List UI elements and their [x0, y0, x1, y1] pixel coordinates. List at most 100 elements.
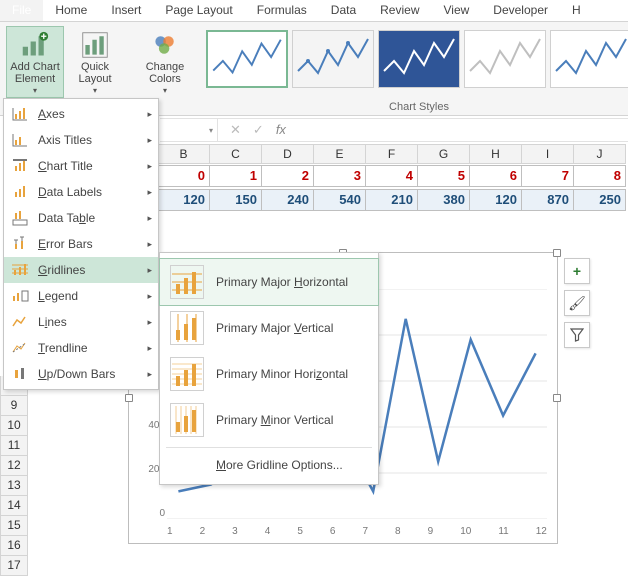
row-header[interactable]: 12: [0, 456, 28, 476]
menu-updown-bars[interactable]: Up/Down Bars▸: [4, 361, 158, 387]
col-header[interactable]: B: [158, 144, 210, 164]
cancel-icon[interactable]: ✕: [230, 122, 241, 138]
cell[interactable]: 120: [470, 189, 522, 211]
tab-home[interactable]: Home: [43, 0, 99, 21]
caret-icon: ▾: [163, 85, 167, 97]
cell[interactable]: 250: [574, 189, 626, 211]
fx-icon[interactable]: fx: [276, 122, 286, 138]
formula-bar: ▾ ✕ ✓ fx: [160, 118, 628, 142]
caret-icon: ▾: [33, 85, 37, 97]
col-header[interactable]: G: [418, 144, 470, 164]
cell[interactable]: 0: [158, 165, 210, 187]
cell[interactable]: 210: [366, 189, 418, 211]
gridlines-primary-major-vertical[interactable]: Primary Major Vertical: [160, 305, 378, 351]
legend-icon: [10, 287, 30, 305]
col-header[interactable]: F: [366, 144, 418, 164]
col-header[interactable]: J: [574, 144, 626, 164]
row-header[interactable]: 13: [0, 476, 28, 496]
chart-side-buttons: + 🖌: [564, 258, 590, 348]
cell[interactable]: 120: [158, 189, 210, 211]
menu-legend[interactable]: Legend▸: [4, 283, 158, 309]
menu-lines[interactable]: Lines▸: [4, 309, 158, 335]
chart-styles-label: Chart Styles: [206, 101, 628, 115]
menu-gridlines[interactable]: Gridlines▸: [4, 257, 158, 283]
add-chart-element-button[interactable]: Add Chart Element ▾: [6, 26, 64, 98]
cell[interactable]: 870: [522, 189, 574, 211]
tab-data[interactable]: Data: [319, 0, 368, 21]
cell[interactable]: 7: [522, 165, 574, 187]
menu-axes[interactable]: Axes▸: [4, 101, 158, 127]
row-header[interactable]: 11: [0, 436, 28, 456]
gridlines-primary-minor-vertical[interactable]: Primary Minor Vertical: [160, 397, 378, 443]
tab-formulas[interactable]: Formulas: [245, 0, 319, 21]
row-headers: 891011121314151617: [0, 376, 28, 576]
tab-file[interactable]: File: [0, 0, 43, 21]
chart-style-2[interactable]: [292, 30, 374, 88]
col-header[interactable]: C: [210, 144, 262, 164]
col-header[interactable]: E: [314, 144, 366, 164]
tab-developer[interactable]: Developer: [481, 0, 560, 21]
pminv-label: Primary Minor Vertical: [216, 413, 333, 427]
cell[interactable]: 2: [262, 165, 314, 187]
gridlines-primary-minor-horizontal[interactable]: Primary Minor Horizontal: [160, 351, 378, 397]
menu-axis-titles[interactable]: Axis Titles▸: [4, 127, 158, 153]
data-row-headers: 012345678: [158, 165, 626, 187]
cell[interactable]: 3: [314, 165, 366, 187]
chart-elements-button[interactable]: +: [564, 258, 590, 284]
menu-chart-title[interactable]: Chart Title▸: [4, 153, 158, 179]
funnel-icon: [570, 328, 584, 342]
cell[interactable]: 8: [574, 165, 626, 187]
chart-style-4[interactable]: [464, 30, 546, 88]
row-header[interactable]: 17: [0, 556, 28, 576]
chart-style-3[interactable]: [378, 30, 460, 88]
cell[interactable]: 150: [210, 189, 262, 211]
more-gridline-options[interactable]: More Gridline Options...: [160, 452, 378, 478]
axis-titles-icon: [10, 131, 30, 149]
updown-icon: [10, 365, 30, 383]
row-header[interactable]: 10: [0, 416, 28, 436]
tab-page-layout[interactable]: Page Layout: [153, 0, 244, 21]
chart-style-5[interactable]: [550, 30, 628, 88]
lines-icon: [10, 313, 30, 331]
menu-data-table[interactable]: Data Table▸: [4, 205, 158, 231]
tab-insert[interactable]: Insert: [99, 0, 153, 21]
data-row-values: 120150240540210380120870250: [158, 189, 626, 211]
cell[interactable]: 4: [366, 165, 418, 187]
col-header[interactable]: D: [262, 144, 314, 164]
row-header[interactable]: 15: [0, 516, 28, 536]
col-header[interactable]: H: [470, 144, 522, 164]
cell[interactable]: 1: [210, 165, 262, 187]
menu-data-labels[interactable]: Data Labels▸: [4, 179, 158, 205]
chart-style-1[interactable]: [206, 30, 288, 88]
quick-layout-button[interactable]: Quick Layout ▾: [66, 26, 124, 98]
name-box[interactable]: ▾: [160, 119, 218, 141]
change-colors-button[interactable]: Change Colors ▾: [136, 26, 194, 98]
quick-layout-icon: [79, 31, 111, 59]
tab-view[interactable]: View: [432, 0, 482, 21]
change-colors-icon: [149, 31, 181, 59]
cell[interactable]: 380: [418, 189, 470, 211]
cell[interactable]: 5: [418, 165, 470, 187]
gridlines-icon: [10, 261, 30, 279]
chart-title-icon: [10, 157, 30, 175]
cell[interactable]: 6: [470, 165, 522, 187]
add-chart-element-label: Add Chart Element: [10, 61, 60, 85]
row-header[interactable]: 14: [0, 496, 28, 516]
pminh-icon: [170, 357, 204, 391]
group-chart-styles: Chart Styles: [204, 26, 628, 115]
enter-icon[interactable]: ✓: [253, 122, 264, 138]
cell[interactable]: 540: [314, 189, 366, 211]
row-header[interactable]: 9: [0, 396, 28, 416]
tab-review[interactable]: Review: [368, 0, 431, 21]
menu-trendline[interactable]: Trendline▸: [4, 335, 158, 361]
chart-x-axis: 123456789101112: [167, 526, 547, 537]
chart-styles-button[interactable]: 🖌: [564, 290, 590, 316]
chart-filters-button[interactable]: [564, 322, 590, 348]
row-header[interactable]: 16: [0, 536, 28, 556]
tab-contextual[interactable]: H: [560, 0, 593, 21]
menu-error-bars[interactable]: Error Bars▸: [4, 231, 158, 257]
cell[interactable]: 240: [262, 189, 314, 211]
col-header[interactable]: I: [522, 144, 574, 164]
gridlines-primary-major-horizontal[interactable]: Primary Major Horizontal: [160, 259, 378, 305]
add-chart-element-icon: [19, 31, 51, 59]
